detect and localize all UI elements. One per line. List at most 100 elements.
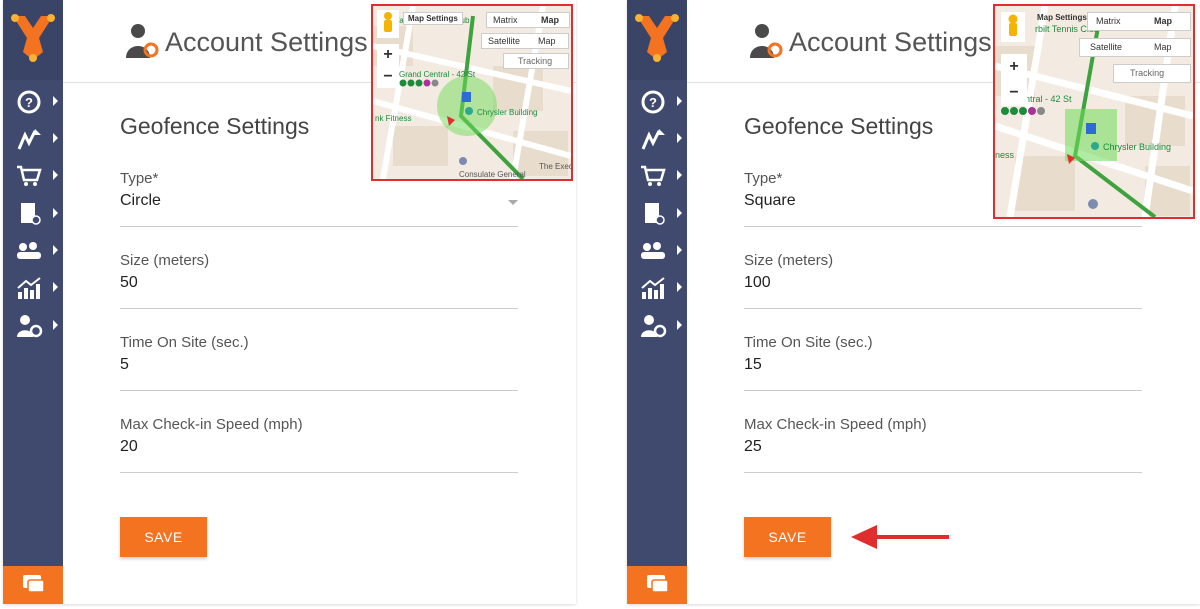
zoom-in-button[interactable]: +: [377, 44, 399, 66]
routes-icon: [17, 129, 41, 150]
max-checkin-speed-field[interactable]: Max Check-in Speed (mph) 20: [120, 416, 518, 473]
map-canvas[interactable]: [373, 6, 571, 179]
nav-analytics[interactable]: [3, 270, 63, 306]
map-view-option[interactable]: Map: [1154, 42, 1172, 52]
satellite-option[interactable]: Satellite: [488, 36, 520, 46]
account-settings-title-icon: [750, 24, 783, 58]
address-book-icon: [21, 203, 41, 225]
satellite-map-toggle[interactable]: Satellite Map: [481, 33, 569, 49]
nav-routes[interactable]: [627, 121, 687, 157]
map-label-chrysler: Chrysler Building: [1103, 142, 1172, 152]
address-book-icon: [645, 203, 665, 225]
max-checkin-speed-field[interactable]: Max Check-in Speed (mph) 25: [744, 416, 1142, 473]
max-checkin-speed-label: Max Check-in Speed (mph): [744, 416, 927, 433]
nav-address-book[interactable]: [627, 196, 687, 232]
logo-icon: [635, 14, 679, 62]
chat-button[interactable]: [627, 566, 687, 604]
nav-analytics[interactable]: [627, 270, 687, 306]
chat-button[interactable]: [3, 566, 63, 604]
satellite-map-toggle[interactable]: Satellite Map: [1079, 38, 1191, 57]
sidebar: ?: [627, 0, 687, 604]
page-title: Account Settings: [789, 27, 992, 57]
matrix-option[interactable]: Matrix: [1096, 16, 1121, 26]
team-icon: [641, 242, 665, 259]
sidebar: ?: [3, 0, 63, 604]
map-settings-label[interactable]: Map Settings: [403, 12, 463, 25]
chat-icon: [23, 575, 45, 593]
street-view-pegman[interactable]: [377, 10, 399, 38]
chevron-down-icon: [508, 200, 518, 205]
tracking-button[interactable]: Tracking: [503, 53, 569, 69]
nav-account-settings[interactable]: [627, 308, 687, 344]
time-on-site-label: Time On Site (sec.): [744, 334, 873, 351]
nav-account-settings[interactable]: [3, 308, 63, 344]
max-checkin-speed-value: 20: [120, 438, 138, 455]
size-value: 100: [744, 274, 771, 291]
arrow-left-icon: [851, 525, 949, 549]
svg-text:?: ?: [25, 95, 33, 110]
map-option[interactable]: Map: [1154, 16, 1172, 26]
analytics-icon: [17, 277, 41, 299]
matrix-option[interactable]: Matrix: [493, 15, 518, 25]
zoom-in-button[interactable]: +: [1001, 54, 1027, 80]
map-label-fitness: nk Fitness: [375, 114, 412, 123]
save-button[interactable]: SAVE: [120, 517, 207, 557]
app-logo[interactable]: [3, 0, 63, 80]
map-label-consulate: Consulate General: [459, 170, 526, 179]
matrix-map-toggle[interactable]: Matrix Map: [486, 12, 570, 28]
map-option[interactable]: Map: [541, 15, 559, 25]
zoom-out-button[interactable]: −: [1001, 80, 1027, 106]
map-preview[interactable]: rbilt Tennis Club l Central - 42 St Chry…: [993, 4, 1195, 219]
tracking-button[interactable]: Tracking: [1113, 64, 1191, 83]
zoom-out-button[interactable]: −: [377, 66, 399, 88]
svg-text:?: ?: [649, 95, 657, 110]
map-preview[interactable]: fa Club Grand Central - 42 St Chrysler B…: [371, 4, 573, 181]
nav-help[interactable]: ?: [627, 84, 687, 120]
type-value: Square: [744, 192, 796, 209]
help-icon: ?: [17, 90, 41, 114]
page-title: Account Settings: [165, 27, 368, 57]
size-label: Size (meters): [744, 252, 834, 269]
nav-address-book[interactable]: [3, 196, 63, 232]
map-label-fitness: ness: [995, 150, 1015, 160]
save-button[interactable]: SAVE: [744, 517, 831, 557]
time-on-site-field[interactable]: Time On Site (sec.) 15: [744, 334, 1142, 391]
type-label: Type*: [744, 170, 783, 187]
size-value: 50: [120, 274, 138, 291]
left-screenshot-panel: ? Account Settings Geofence Settings Typ…: [3, 0, 576, 604]
size-field[interactable]: Size (meters) 50: [120, 252, 518, 309]
nav-team[interactable]: [627, 233, 687, 269]
time-on-site-field[interactable]: Time On Site (sec.) 5: [120, 334, 518, 391]
account-settings-title-icon: [126, 24, 159, 58]
nav-orders[interactable]: [627, 158, 687, 194]
map-label-exec: The Execu: [539, 162, 573, 171]
routes-icon: [641, 129, 665, 150]
satellite-option[interactable]: Satellite: [1090, 42, 1122, 52]
analytics-icon: [641, 277, 665, 299]
pegman-icon: [384, 12, 392, 32]
team-icon: [17, 242, 41, 259]
section-title: Geofence Settings: [744, 113, 934, 139]
cart-icon: [641, 165, 666, 186]
time-on-site-value: 5: [120, 356, 129, 373]
chat-icon: [647, 575, 669, 593]
size-field[interactable]: Size (meters) 100: [744, 252, 1142, 309]
tracking-label[interactable]: Tracking: [1130, 68, 1164, 78]
time-on-site-label: Time On Site (sec.): [120, 334, 249, 351]
nav-help[interactable]: ?: [3, 84, 63, 120]
section-title: Geofence Settings: [120, 113, 310, 139]
map-view-option[interactable]: Map: [538, 36, 556, 46]
map-label-chrysler: Chrysler Building: [477, 108, 538, 117]
type-label: Type*: [120, 170, 159, 187]
tracking-label[interactable]: Tracking: [518, 56, 552, 66]
nav-team[interactable]: [3, 233, 63, 269]
app-logo[interactable]: [627, 0, 687, 80]
nav-routes[interactable]: [3, 121, 63, 157]
map-settings-label[interactable]: Map Settings: [1033, 12, 1091, 23]
matrix-map-toggle[interactable]: Matrix Map: [1087, 12, 1191, 31]
logo-icon: [11, 14, 55, 62]
street-view-pegman[interactable]: [1001, 12, 1025, 42]
type-value: Circle: [120, 192, 161, 209]
help-icon: ?: [641, 90, 665, 114]
nav-orders[interactable]: [3, 158, 63, 194]
